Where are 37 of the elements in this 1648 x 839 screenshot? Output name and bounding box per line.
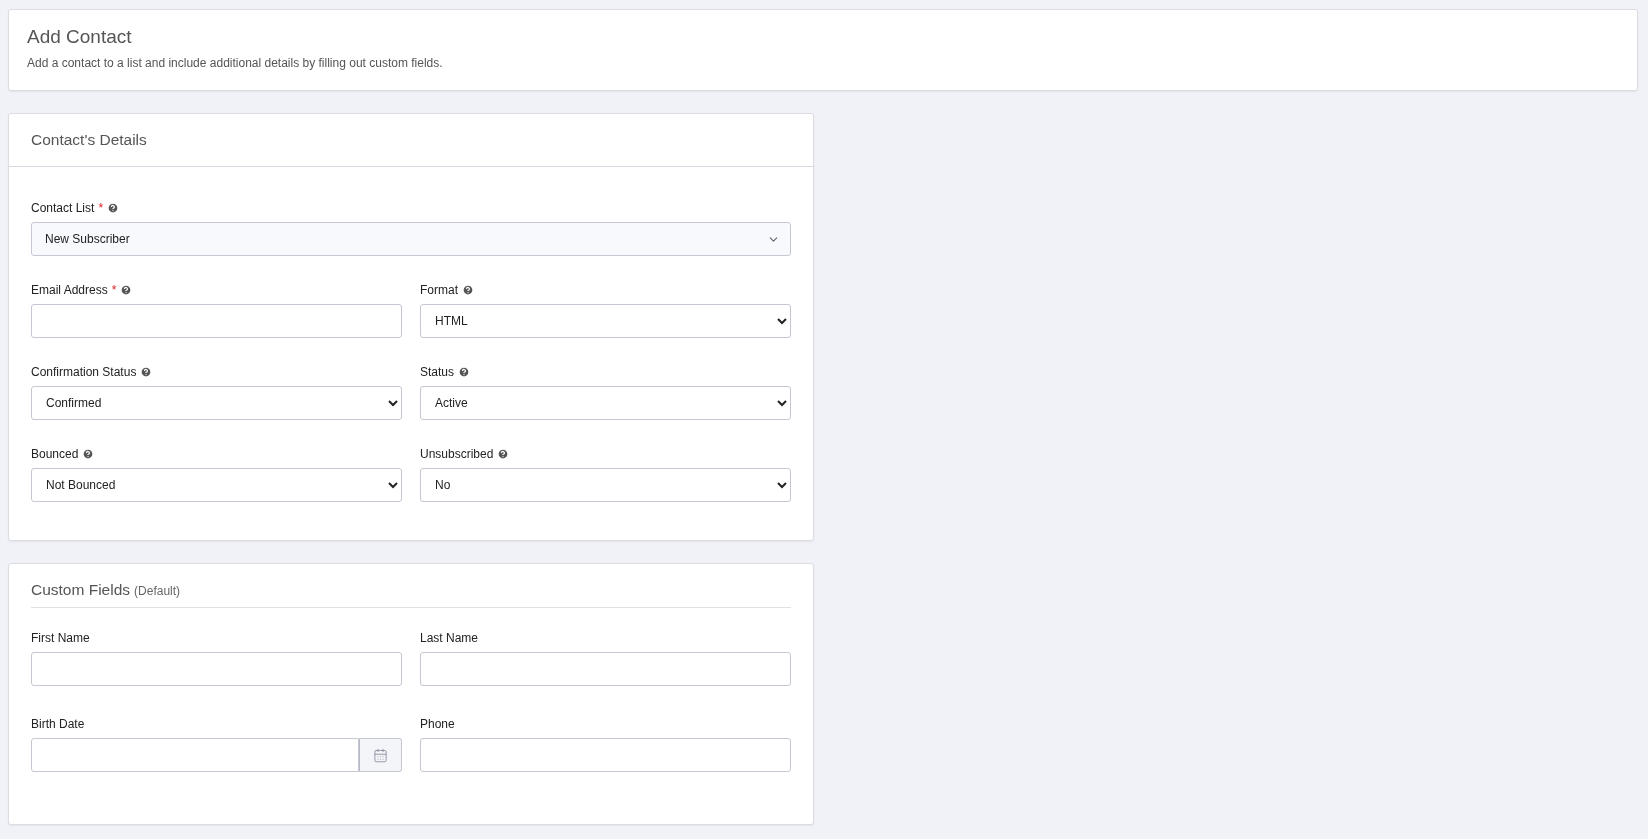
- input-field[interactable]: [31, 304, 402, 338]
- field-label: Phone: [420, 717, 455, 731]
- calendar-icon: [373, 747, 388, 763]
- select-field[interactable]: HTML: [420, 304, 791, 338]
- required-marker: *: [111, 283, 117, 297]
- input-field[interactable]: [420, 738, 791, 772]
- input-field[interactable]: [420, 652, 791, 686]
- card-title: Custom Fields: [31, 581, 131, 598]
- help-icon[interactable]: [458, 366, 471, 378]
- field-label: Format: [420, 283, 458, 297]
- help-icon[interactable]: [462, 284, 474, 296]
- field-label: First Name: [31, 631, 90, 645]
- field-label: Last Name: [420, 631, 479, 645]
- field-label: Birth Date: [31, 717, 85, 731]
- field-label: Email Address: [31, 283, 108, 297]
- help-icon[interactable]: [107, 202, 120, 214]
- help-icon[interactable]: [82, 448, 95, 460]
- help-icon[interactable]: [140, 366, 153, 378]
- help-icon[interactable]: [120, 284, 133, 296]
- input-field[interactable]: [31, 652, 402, 686]
- required-marker: *: [98, 201, 104, 215]
- field-label: Bounced: [31, 447, 79, 461]
- select-field[interactable]: Active: [420, 386, 791, 420]
- field-label: Confirmation Status: [31, 365, 137, 379]
- page-title: Add Contact: [27, 26, 133, 48]
- date-input-field[interactable]: [31, 738, 359, 772]
- field-label: Contact List: [31, 201, 95, 215]
- page-description: Add a contact to a list and include additional details by filling out custom fields.: [27, 56, 444, 70]
- select-field[interactable]: Not Bounced: [31, 468, 402, 502]
- field-label: Unsubscribed: [420, 447, 494, 461]
- contact-list-dropdown[interactable]: New Subscriber: [31, 222, 791, 256]
- help-icon[interactable]: [497, 448, 510, 460]
- card-title-note: (Default): [134, 584, 181, 598]
- field-label: Status: [420, 365, 455, 379]
- select-field[interactable]: Confirmed: [31, 386, 402, 420]
- card-title: Contact's Details: [31, 131, 147, 148]
- select-field[interactable]: No: [420, 468, 791, 502]
